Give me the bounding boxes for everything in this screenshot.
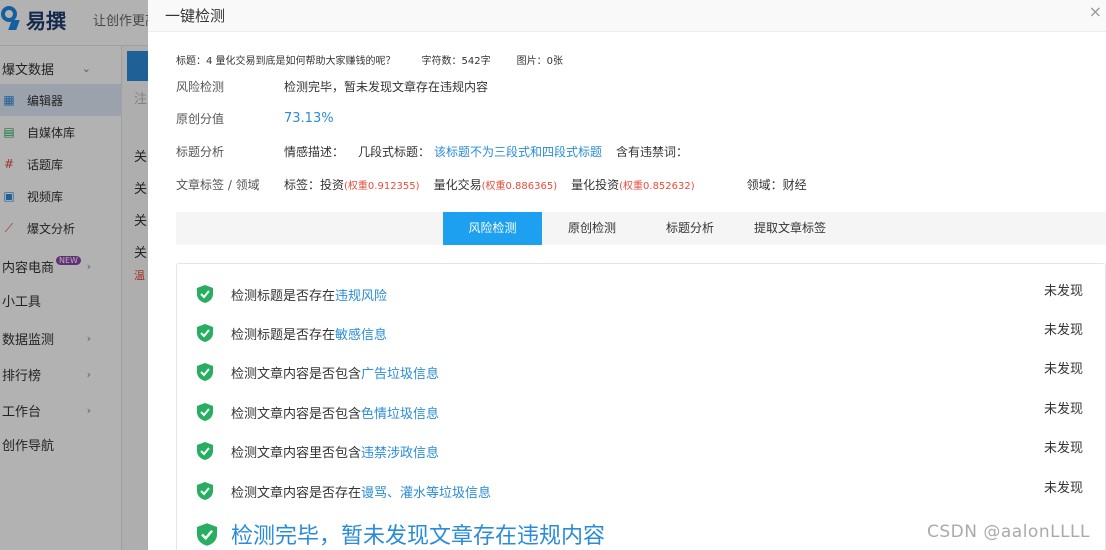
- check-status: 未发现: [1043, 323, 1083, 338]
- tag-weight: (权重0.886365): [481, 181, 558, 192]
- shield-check-icon: [197, 363, 213, 381]
- check-highlight: 违规风险: [335, 288, 388, 304]
- title-analysis-row: 标题分析 情感描述： 几段式标题： 该标题不为三段式和四段式标题 含有违禁词：: [176, 143, 688, 160]
- check-item: 检测标题是否存在违规风险 未发现: [197, 284, 1097, 304]
- originality-label: 原创分值: [176, 112, 225, 126]
- tab-title-analysis[interactable]: 标题分析: [654, 212, 726, 245]
- modal-header: 一键检测: [148, 0, 1106, 32]
- check-highlight: 色情垃圾信息: [361, 406, 440, 422]
- shield-check-icon: [197, 285, 213, 303]
- check-item: 检测标题是否存在敏感信息 未发现: [197, 323, 1097, 343]
- check-prefix: 检测标题是否存在: [231, 327, 336, 343]
- risk-value: 检测完毕，暂未发现文章存在违规内容: [284, 80, 489, 94]
- final-result-text: 检测完毕，暂未发现文章存在违规内容: [231, 524, 606, 549]
- check-item: 检测文章内容是否包含广告垃圾信息 未发现: [197, 362, 1097, 382]
- tags-row: 文章标签 / 领域 标签： 投资 (权重0.912355) 量化交易 (权重0.…: [176, 176, 807, 193]
- tab-originality[interactable]: 原创检测: [556, 212, 628, 245]
- shield-check-icon: [197, 324, 213, 342]
- check-status: 未发现: [1043, 362, 1083, 377]
- shield-check-icon: [197, 522, 217, 546]
- watermark: CSDN @aalonLLLL: [927, 522, 1090, 542]
- meta-char-count: 字符数：542字: [421, 56, 491, 67]
- shield-check-icon: [197, 442, 213, 460]
- check-status: 未发现: [1043, 441, 1083, 456]
- check-prefix: 检测文章内容是否包含: [231, 406, 362, 422]
- tag-name: 投资: [320, 178, 345, 192]
- check-prefix: 检测文章内容是否存在: [231, 485, 362, 501]
- check-highlight: 违禁涉政信息: [361, 445, 440, 461]
- detection-tabs: 风险检测 原创检测 标题分析 提取文章标签: [176, 212, 1106, 245]
- tags-prefix: 标签：: [284, 178, 321, 192]
- article-meta: 标题：4 量化交易到底是如何帮助大家赚钱的呢？ 字符数：542字 图片：0张: [176, 52, 569, 67]
- check-status: 未发现: [1043, 402, 1083, 417]
- check-highlight: 敏感信息: [335, 327, 388, 343]
- modal-title: 一键检测: [165, 7, 226, 25]
- tags-label: 文章标签 / 领域: [176, 178, 260, 192]
- originality-score: 73.13%: [284, 111, 334, 126]
- shield-check-icon: [197, 482, 213, 500]
- risk-check-panel: 检测标题是否存在违规风险 未发现 检测标题是否存在敏感信息 未发现 检测文章内容…: [176, 263, 1106, 550]
- originality-row: 原创分值 73.13%: [176, 110, 334, 127]
- check-status: 未发现: [1043, 481, 1083, 496]
- tab-extract-tags[interactable]: 提取文章标签: [746, 212, 834, 245]
- check-status: 未发现: [1043, 284, 1083, 299]
- check-highlight: 广告垃圾信息: [361, 366, 440, 382]
- emotion-label: 情感描述：: [284, 145, 345, 159]
- check-highlight: 谩骂、灌水等垃圾信息: [361, 485, 492, 501]
- banned-words-label: 含有违禁词：: [616, 145, 689, 159]
- risk-row: 风险检测 检测完毕，暂未发现文章存在违规内容: [176, 78, 488, 95]
- final-result: 检测完毕，暂未发现文章存在违规内容: [197, 518, 605, 550]
- check-item: 检测文章内容是否包含色情垃圾信息 未发现: [197, 402, 1097, 422]
- tag-weight: (权重0.912355): [344, 181, 420, 192]
- check-item: 检测文章内容里否包含违禁涉政信息 未发现: [197, 441, 1097, 461]
- pattern-label: 几段式标题：: [358, 145, 431, 159]
- domain-label: 领域：财经: [746, 178, 807, 192]
- meta-title: 标题：4 量化交易到底是如何帮助大家赚钱的呢？: [176, 56, 396, 67]
- tag-weight: (权重0.852632): [619, 181, 695, 192]
- pattern-value: 该标题不为三段式和四段式标题: [434, 145, 603, 159]
- risk-label: 风险检测: [176, 80, 225, 94]
- title-analysis-label: 标题分析: [176, 145, 225, 159]
- check-prefix: 检测标题是否存在: [231, 288, 336, 304]
- detection-modal: 一键检测 × 标题：4 量化交易到底是如何帮助大家赚钱的呢？ 字符数：542字 …: [148, 0, 1106, 550]
- shield-check-icon: [197, 403, 213, 421]
- tag-name: 量化交易: [433, 178, 482, 192]
- check-item: 检测文章内容是否存在谩骂、灌水等垃圾信息 未发现: [197, 481, 1097, 501]
- check-prefix: 检测文章内容是否包含: [231, 366, 362, 382]
- tab-risk[interactable]: 风险检测: [443, 212, 542, 245]
- close-icon[interactable]: ×: [1089, 2, 1102, 21]
- check-prefix: 检测文章内容里否包含: [231, 445, 362, 461]
- tag-name: 量化投资: [571, 178, 620, 192]
- meta-image-count: 图片：0张: [516, 56, 564, 67]
